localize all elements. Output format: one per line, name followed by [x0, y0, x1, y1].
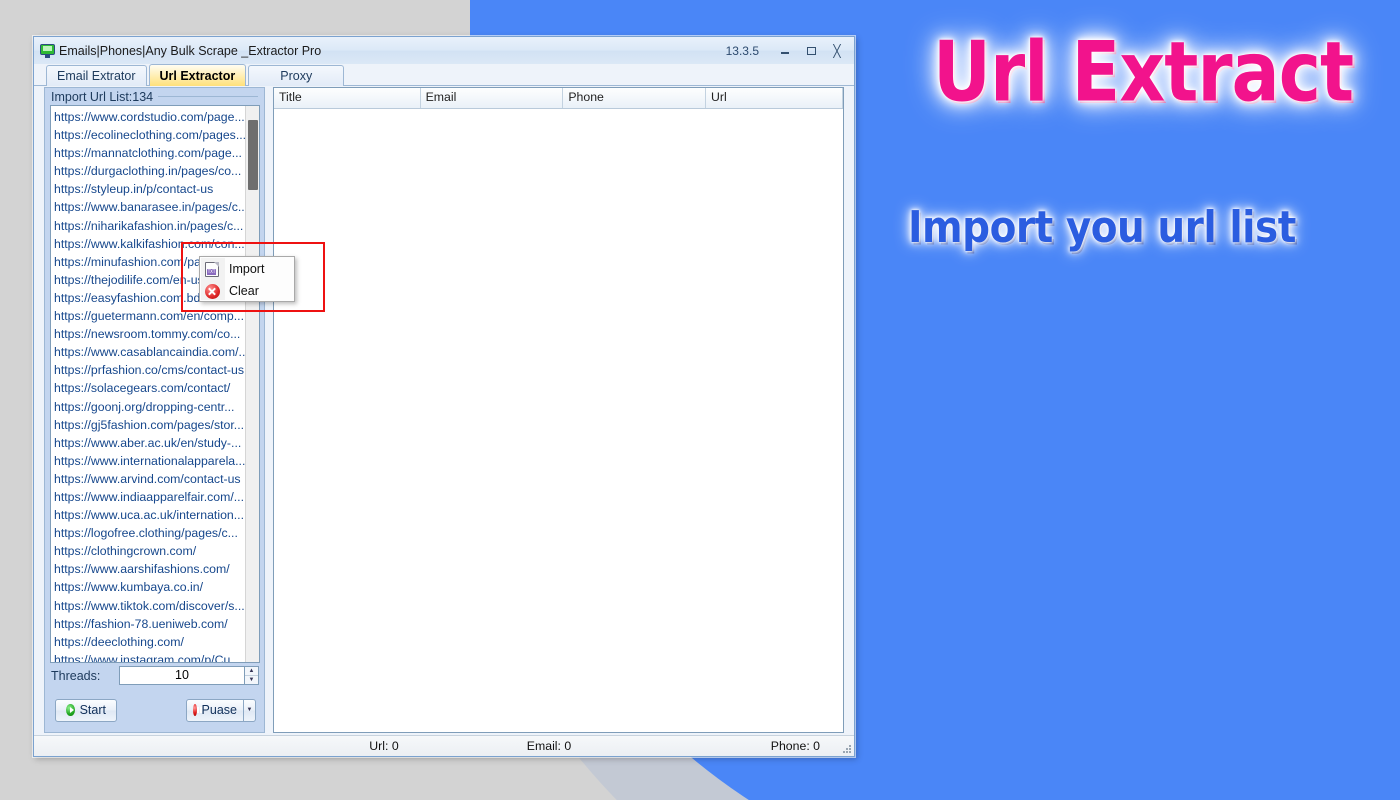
- column-header-phone[interactable]: Phone: [563, 88, 707, 108]
- url-list[interactable]: https://www.cordstudio.com/page... https:…: [51, 106, 245, 662]
- url-list-container[interactable]: https://www.cordstudio.com/page... https:…: [50, 105, 260, 663]
- list-item[interactable]: https://gj5fashion.com/pages/stor...: [54, 416, 245, 434]
- threads-row: Threads: 10 ▲ ▼: [45, 663, 264, 688]
- red-x-circle-icon: [200, 283, 224, 299]
- promo-title: Url Extract: [933, 24, 1354, 121]
- list-item[interactable]: https://mannatclothing.com/page...: [54, 144, 245, 162]
- status-bar: Url: 0 Email: 0 Phone: 0: [34, 735, 854, 756]
- spin-down-icon[interactable]: ▼: [245, 676, 258, 684]
- action-row: Start Puase ▼: [45, 688, 264, 732]
- context-menu-item-clear[interactable]: Clear: [200, 280, 294, 302]
- list-item[interactable]: https://deeclothing.com/: [54, 633, 245, 651]
- url-list-scrollbar[interactable]: [245, 106, 259, 662]
- text-file-icon: TXT: [200, 261, 224, 277]
- list-item[interactable]: https://styleup.in/p/contact-us: [54, 180, 245, 198]
- list-item[interactable]: https://www.kalkifashion.com/con...: [54, 235, 245, 253]
- list-item[interactable]: https://clothingcrown.com/: [54, 542, 245, 560]
- version-label: 13.3.5: [725, 43, 759, 58]
- context-menu-item-import[interactable]: TXT Import: [200, 258, 294, 280]
- application-window: Emails|Phones|Any Bulk Scrape _Extractor…: [33, 36, 855, 757]
- list-item[interactable]: https://www.tiktok.com/discover/s...: [54, 597, 245, 615]
- start-button-label: Start: [79, 703, 106, 717]
- status-email-count: Email: 0: [526, 739, 572, 753]
- list-item[interactable]: https://prfashion.co/cms/contact-us: [54, 361, 245, 379]
- list-item[interactable]: https://durgaclothing.in/pages/co...: [54, 162, 245, 180]
- start-button[interactable]: Start: [55, 698, 117, 722]
- list-item[interactable]: https://www.casablancaindia.com/...: [54, 343, 245, 361]
- pause-button-group[interactable]: Puase ▼: [186, 698, 256, 722]
- column-header-url[interactable]: Url: [706, 88, 843, 108]
- pause-button[interactable]: Puase: [186, 698, 244, 722]
- scrollbar-thumb[interactable]: [248, 120, 258, 190]
- title-bar-right: 13.3.5 ╳: [726, 41, 850, 61]
- import-url-panel: Import Url List:134 https://www.cordstud…: [44, 87, 265, 733]
- import-url-list-label: Import Url List:134: [51, 89, 154, 104]
- threads-input[interactable]: 10: [119, 666, 244, 685]
- import-url-group-header: Import Url List:134: [45, 88, 264, 105]
- tab-email-extrator[interactable]: Email Extrator: [46, 65, 147, 86]
- window-title: Emails|Phones|Any Bulk Scrape _Extractor…: [59, 43, 322, 58]
- screen: Url Extract Import you url list Emails|P…: [0, 0, 1400, 800]
- tab-proxy[interactable]: Proxy: [248, 65, 345, 86]
- list-item[interactable]: https://ecolineclothing.com/pages...: [54, 126, 245, 144]
- list-item[interactable]: https://niharikafashion.in/pages/c...: [54, 217, 245, 235]
- status-url-count: Url: 0: [369, 739, 399, 753]
- list-item[interactable]: https://goonj.org/dropping-centr...: [54, 398, 245, 416]
- list-item[interactable]: https://www.aarshifashions.com/: [54, 560, 245, 578]
- context-menu-clear-label: Clear: [229, 284, 259, 298]
- close-icon[interactable]: ╳: [824, 41, 850, 61]
- column-header-email[interactable]: Email: [421, 88, 564, 108]
- spin-up-icon[interactable]: ▲: [245, 667, 258, 676]
- tab-url-extractor[interactable]: Url Extractor: [148, 64, 247, 86]
- pause-button-label: Puase: [201, 703, 237, 717]
- pause-icon: [193, 704, 201, 716]
- list-item[interactable]: https://guetermann.com/en/comp...: [54, 307, 245, 325]
- list-item[interactable]: https://www.kumbaya.co.in/: [54, 578, 245, 596]
- list-item[interactable]: https://www.internationalapparela...: [54, 452, 245, 470]
- resize-grip-icon[interactable]: [842, 744, 852, 754]
- list-item[interactable]: https://www.cordstudio.com/page...: [54, 108, 245, 126]
- list-item[interactable]: https://www.uca.ac.uk/internation...: [54, 506, 245, 524]
- group-rule: [158, 96, 258, 97]
- list-item[interactable]: https://solacegears.com/contact/: [54, 379, 245, 397]
- window-body: Import Url List:134 https://www.cordstud…: [34, 86, 854, 735]
- column-header-title[interactable]: Title: [274, 88, 421, 108]
- promo-subtitle: Import you url list: [908, 203, 1296, 254]
- list-item[interactable]: https://www.aber.ac.uk/en/study-...: [54, 434, 245, 452]
- play-icon: [66, 704, 75, 716]
- list-item[interactable]: https://www.arvind.com/contact-us: [54, 470, 245, 488]
- status-phone-count: Phone: 0: [770, 739, 820, 753]
- grid-body[interactable]: [274, 109, 843, 732]
- monitor-icon: [40, 43, 55, 58]
- list-item[interactable]: https://fashion-78.ueniweb.com/: [54, 615, 245, 633]
- pause-dropdown-chevron-down-icon[interactable]: ▼: [244, 698, 256, 722]
- context-menu[interactable]: TXT Import Clear: [199, 256, 295, 302]
- threads-stepper[interactable]: 10 ▲ ▼: [119, 666, 259, 685]
- context-menu-import-label: Import: [229, 262, 265, 276]
- threads-label: Threads:: [51, 668, 101, 683]
- maximize-icon[interactable]: [798, 41, 824, 61]
- minimize-icon[interactable]: [772, 41, 798, 61]
- list-item[interactable]: https://logofree.clothing/pages/c...: [54, 524, 245, 542]
- list-item[interactable]: https://www.banarasee.in/pages/c...: [54, 198, 245, 216]
- results-grid: Title Email Phone Url: [273, 87, 844, 733]
- tab-bar: Email Extrator Url Extractor Proxy: [34, 64, 854, 86]
- title-bar[interactable]: Emails|Phones|Any Bulk Scrape _Extractor…: [34, 37, 854, 64]
- grid-header-row: Title Email Phone Url: [274, 88, 843, 109]
- list-item[interactable]: https://www.instagram.com/p/Cu...: [54, 651, 245, 662]
- threads-spin-buttons[interactable]: ▲ ▼: [244, 666, 259, 685]
- list-item[interactable]: https://www.indiaapparelfair.com/...: [54, 488, 245, 506]
- list-item[interactable]: https://newsroom.tommy.com/co...: [54, 325, 245, 343]
